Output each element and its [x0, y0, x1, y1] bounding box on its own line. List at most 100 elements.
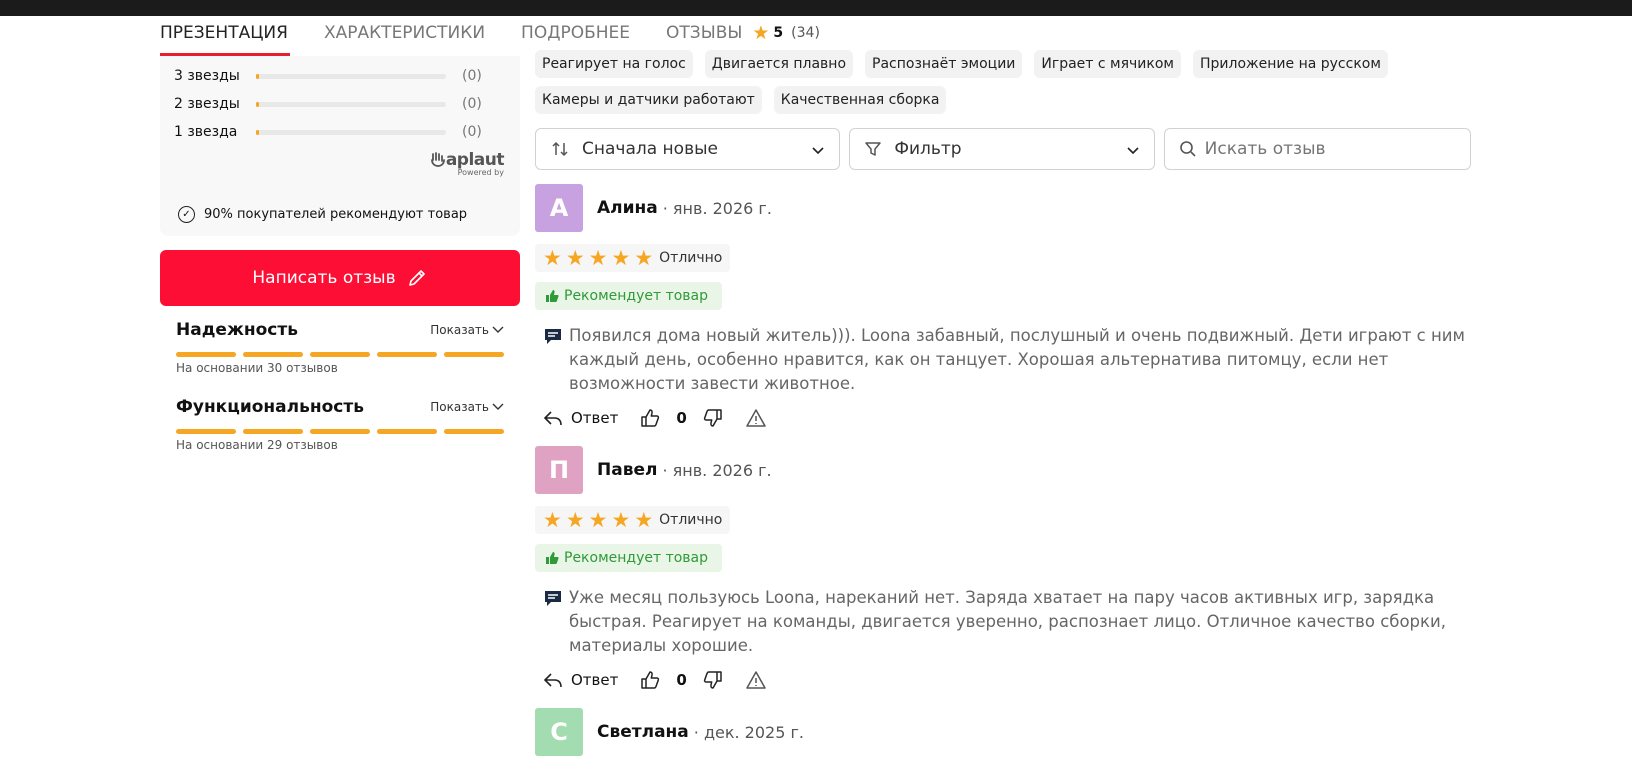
- rating-bar: [256, 129, 446, 135]
- thumbs-down-outline-icon: [703, 409, 722, 427]
- review-text: Появился дома новый житель))). Loona заб…: [569, 326, 1465, 393]
- write-review-label: Написать отзыв: [252, 268, 396, 288]
- criterion-functionality: Функциональность Показать На основании 2…: [160, 397, 520, 452]
- warning-icon: [746, 409, 766, 427]
- tag-chip[interactable]: Двигается плавно: [704, 50, 854, 78]
- criterion-score-bar: [176, 352, 504, 357]
- avatar: А: [535, 184, 583, 232]
- recommend-badge: Рекомендует товар: [535, 544, 723, 572]
- star-icon: ★: [588, 507, 608, 532]
- show-criterion-button[interactable]: Показать: [430, 323, 504, 337]
- review-actions: Ответ 0: [535, 408, 1471, 428]
- thumbs-down-outline-icon: [703, 671, 722, 689]
- check-circle-icon: ✓: [178, 206, 195, 223]
- aplaut-hand-icon: [430, 152, 445, 167]
- rating-row-3[interactable]: 3 звезды (0): [174, 62, 506, 90]
- report-button[interactable]: [745, 408, 767, 428]
- sort-arrows-icon: [552, 141, 568, 157]
- write-review-button[interactable]: Написать отзыв: [160, 250, 520, 306]
- rating-row-label: 1 звезда: [174, 124, 238, 140]
- rating-row-2[interactable]: 2 звезды (0): [174, 90, 506, 118]
- tag-chip[interactable]: Камеры и датчики работают: [535, 86, 762, 114]
- star-icon: ★: [543, 507, 562, 532]
- thumbs-up-outline-icon: [641, 409, 660, 427]
- dislike-button[interactable]: [703, 408, 723, 428]
- review-card: А Алина · янв. 2026 г. ★ ★ ★ ★ ★ Отлично Рек…: [535, 184, 1471, 428]
- review-date: · янв. 2026 г.: [662, 460, 772, 480]
- criterion-title: Надежность: [176, 320, 298, 340]
- like-button[interactable]: [640, 408, 660, 428]
- review-search-input[interactable]: [1204, 139, 1445, 159]
- dislike-button[interactable]: [703, 670, 723, 690]
- rating-row-count: (0): [462, 96, 482, 112]
- comment-icon: [545, 591, 561, 606]
- aplaut-brand: aplaut: [430, 150, 505, 170]
- tab-reviews-rating[interactable]: ★ 5 (34): [752, 22, 820, 44]
- chevron-down-icon: [492, 326, 504, 333]
- star-icon: ★: [565, 245, 585, 270]
- star-icon: ★: [752, 22, 770, 44]
- criterion-reliability: Надежность Показать На основании 30 отзы…: [160, 320, 520, 375]
- recommend-summary: ✓ 90% покупателей рекомендуют товар: [178, 206, 467, 223]
- review-tag-chips: Реагирует на голос Двигается плавно Расп…: [535, 50, 1395, 114]
- reviewer-name: Алина: [597, 198, 658, 218]
- avatar: С: [535, 708, 583, 756]
- rating-label: Отлично: [659, 512, 723, 528]
- aplaut-logo: aplaut Powered by: [430, 150, 505, 177]
- sort-label: Сначала новые: [582, 139, 718, 159]
- chevron-down-icon: [492, 403, 504, 410]
- filter-label: Фильтр: [894, 139, 962, 159]
- report-button[interactable]: [745, 670, 767, 690]
- avatar: П: [535, 446, 583, 494]
- rating-label: Отлично: [659, 250, 723, 266]
- tag-chip[interactable]: Распознаёт эмоции: [865, 50, 1023, 78]
- reviewer-name: Светлана: [597, 722, 689, 742]
- review-rating: ★ ★ ★ ★ ★ Отлично: [535, 244, 731, 272]
- star-icon: ★: [611, 245, 631, 270]
- criterion-note: На основании 30 отзывов: [176, 361, 338, 375]
- like-button[interactable]: [640, 670, 660, 690]
- search-icon: [1179, 141, 1196, 157]
- show-criterion-button[interactable]: Показать: [430, 400, 504, 414]
- rating-summary-panel: 3 звезды (0) 2 звезды (0) 1 звезда (0) a…: [160, 56, 520, 452]
- review-controls: Сначала новые Фильтр: [535, 128, 1471, 170]
- vote-count: 0: [676, 409, 687, 427]
- reply-icon: [543, 673, 562, 688]
- rating-row-label: 3 звезды: [174, 68, 240, 84]
- tag-chip[interactable]: Приложение на русском: [1193, 50, 1388, 78]
- star-icon: ★: [588, 245, 608, 270]
- rating-row-1[interactable]: 1 звезда (0): [174, 118, 506, 146]
- reply-icon: [543, 411, 562, 426]
- reviewer-name: Павел: [597, 460, 658, 480]
- star-icon: ★: [565, 507, 585, 532]
- thumbs-up-outline-icon: [641, 671, 660, 689]
- rating-row-count: (0): [462, 68, 482, 84]
- rating-row-count: (0): [462, 124, 482, 140]
- rating-bar-fill: [256, 129, 259, 135]
- review-card: С Светлана · дек. 2025 г.: [535, 708, 1471, 756]
- recommend-text: 90% покупателей рекомендуют товар: [204, 207, 468, 222]
- sort-select[interactable]: Сначала новые: [535, 128, 841, 170]
- vote-count: 0: [676, 671, 687, 689]
- thumbs-up-icon: [546, 290, 559, 302]
- review-actions: Ответ 0: [535, 670, 1471, 690]
- criterion-score-bar: [176, 429, 504, 434]
- tab-presentation[interactable]: ПРЕЗЕНТАЦИЯ: [160, 16, 290, 56]
- filter-select[interactable]: Фильтр: [849, 128, 1155, 170]
- comment-icon: [545, 329, 561, 344]
- reply-button[interactable]: Ответ: [543, 409, 618, 427]
- review-text: Уже месяц пользуюсь Loona, нареканий нет…: [569, 588, 1446, 655]
- tab-specifications[interactable]: ХАРАКТЕРИСТИКИ: [324, 16, 485, 56]
- review-search-box: [1163, 128, 1471, 170]
- tag-chip[interactable]: Реагирует на голос: [535, 50, 693, 78]
- tag-chip[interactable]: Качественная сборка: [773, 86, 947, 114]
- chevron-down-icon: [1127, 147, 1139, 155]
- reply-button[interactable]: Ответ: [543, 671, 618, 689]
- tag-chip[interactable]: Играет с мячиком: [1034, 50, 1181, 78]
- chevron-down-icon: [812, 147, 824, 155]
- criterion-title: Функциональность: [176, 397, 364, 417]
- star-icon: ★: [634, 245, 654, 270]
- rating-value: 5: [773, 25, 784, 41]
- pencil-icon: [408, 270, 425, 286]
- criterion-note: На основании 29 отзывов: [176, 438, 338, 452]
